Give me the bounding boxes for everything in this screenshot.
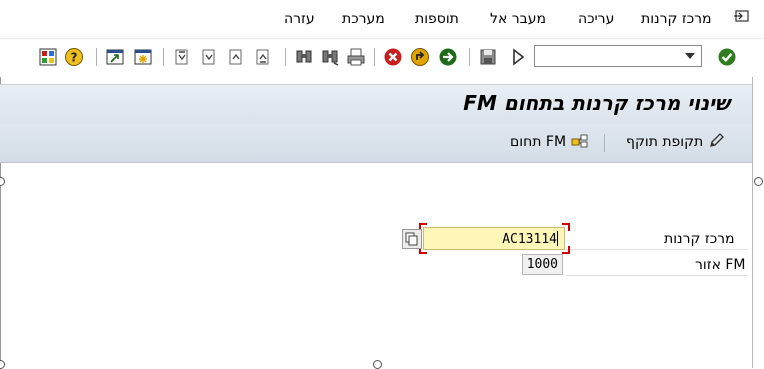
standard-toolbar: ? xyxy=(0,38,764,77)
cancel-icon[interactable] xyxy=(383,47,403,67)
last-page-icon[interactable] xyxy=(253,47,273,67)
validity-period-label: תקופת תוקף xyxy=(626,134,704,150)
toolbar-separator xyxy=(163,48,164,66)
menu-funds-center[interactable]: מרכז קרנות xyxy=(641,11,712,27)
create-session-icon[interactable] xyxy=(133,47,153,67)
resize-handle-right[interactable] xyxy=(754,177,763,186)
validity-period-button[interactable]: תקופת תוקף xyxy=(626,133,724,150)
copy-icon xyxy=(405,232,418,246)
page-title: שינוי מרכז קרנות בתחום FM xyxy=(463,91,730,115)
first-page-icon[interactable] xyxy=(172,47,192,67)
text-caret xyxy=(557,231,558,246)
menu-help[interactable]: עזרה xyxy=(284,11,315,27)
fm-area-button[interactable]: תחום FM xyxy=(510,133,589,150)
focus-corner xyxy=(562,223,570,231)
menu-bar: מרכז קרנות עריכה מעבר אל תוספות מערכת עז… xyxy=(0,0,764,38)
generate-shortcut-icon[interactable] xyxy=(105,47,125,67)
funds-center-label: מרכז קרנות xyxy=(664,231,735,247)
menu-edit[interactable]: עריכה xyxy=(578,11,614,27)
svg-text:?: ? xyxy=(71,51,78,65)
copy-template-button[interactable] xyxy=(402,229,422,249)
funds-center-input[interactable]: AC13114 xyxy=(423,227,565,250)
row-divider xyxy=(566,275,748,276)
customize-layout-icon[interactable] xyxy=(38,47,58,67)
resize-handle-left[interactable] xyxy=(0,177,5,186)
chevron-down-icon[interactable] xyxy=(685,53,695,59)
find-icon[interactable] xyxy=(294,47,314,67)
save-icon[interactable] xyxy=(478,47,498,67)
funds-center-value: AC13114 xyxy=(502,232,557,247)
back-icon[interactable] xyxy=(438,47,458,67)
toolbar-separator xyxy=(96,48,97,66)
find-next-icon[interactable] xyxy=(320,47,340,67)
fm-area-value: 1000 xyxy=(526,257,558,272)
pencil-icon xyxy=(709,133,724,147)
system-menu-icon[interactable] xyxy=(734,9,750,23)
fm-area-input[interactable]: 1000 xyxy=(522,254,563,275)
help-icon[interactable]: ? xyxy=(64,47,84,67)
exit-icon[interactable] xyxy=(410,47,430,67)
title-bar: שינוי מרכז קרנות בתחום FM xyxy=(0,84,752,125)
menu-goto[interactable]: מעבר אל xyxy=(490,11,546,27)
toolbar-separator xyxy=(285,48,286,66)
hierarchy-icon xyxy=(571,134,587,148)
toolbar-separator xyxy=(469,48,470,66)
previous-page-icon[interactable] xyxy=(199,47,219,67)
application-toolbar-separator xyxy=(604,134,605,152)
focus-corner xyxy=(562,246,570,254)
toolbar-separator xyxy=(374,48,375,66)
fm-area-label: תחום FM xyxy=(510,134,567,150)
next-page-icon[interactable] xyxy=(226,47,246,67)
fm-area-field-label: אזור FM xyxy=(695,257,746,273)
menu-extras[interactable]: תוספות xyxy=(415,11,459,27)
application-toolbar: תקופת תוקף תחום FM xyxy=(0,124,752,163)
row-divider xyxy=(566,249,748,250)
print-icon[interactable] xyxy=(346,47,366,67)
enter-check-icon[interactable] xyxy=(717,47,737,67)
command-field[interactable] xyxy=(534,45,702,67)
play-arrow-icon[interactable] xyxy=(508,47,528,67)
menu-system[interactable]: מערכת xyxy=(342,11,385,27)
